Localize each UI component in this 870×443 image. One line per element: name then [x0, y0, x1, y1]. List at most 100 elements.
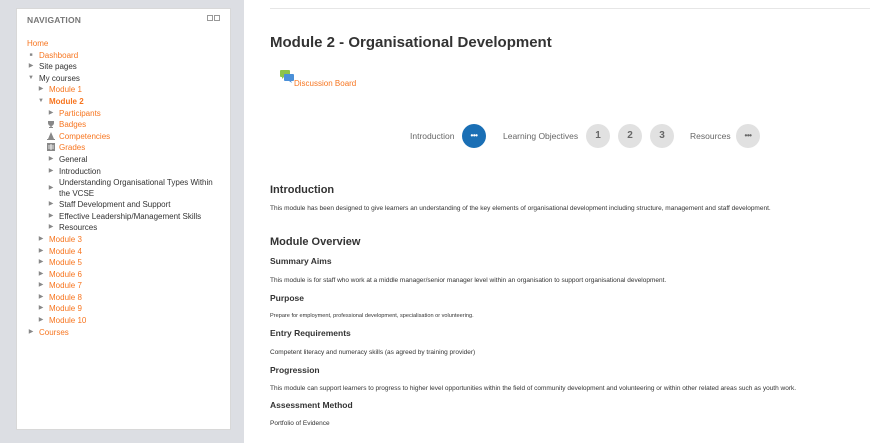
nav-item-module-3[interactable]: ▶ Module 3 — [27, 234, 227, 246]
nav-item-label[interactable]: Module 5 — [49, 257, 82, 269]
nav-item-label[interactable]: Home — [27, 38, 48, 50]
navigation-tree: Home ■ Dashboard ▶ Site pages ▼ My cours… — [27, 38, 227, 338]
page-title: Module 2 - Organisational Development — [270, 34, 552, 51]
chevron-right-icon[interactable]: ▶ — [27, 327, 35, 339]
chevron-right-icon[interactable]: ▶ — [37, 315, 45, 327]
progress-step-1[interactable]: 1 — [586, 124, 610, 148]
block-controls — [207, 15, 220, 21]
nav-item-label[interactable]: Grades — [59, 142, 85, 154]
nav-item-label[interactable]: Module 7 — [49, 280, 82, 292]
chevron-right-icon[interactable]: ▶ — [37, 269, 45, 281]
discussion-board-label[interactable]: Discussion Board — [294, 79, 356, 88]
purpose-text: Prepare for employment, professional dev… — [270, 313, 474, 319]
grades-table-icon — [47, 143, 55, 152]
nav-item-leadership-skills[interactable]: ▶ Effective Leadership/Management Skills — [27, 211, 227, 223]
nav-item-label[interactable]: Courses — [39, 327, 69, 339]
chevron-right-icon[interactable]: ▶ — [37, 246, 45, 258]
nav-item-label[interactable]: Module 2 — [49, 96, 84, 108]
chevron-right-icon[interactable]: ▶ — [37, 280, 45, 292]
nav-item-label[interactable]: Dashboard — [39, 50, 78, 62]
nav-item-dashboard[interactable]: ■ Dashboard — [27, 50, 227, 62]
nav-item-label[interactable]: General — [59, 154, 87, 166]
progress-step-3[interactable]: 3 — [650, 124, 674, 148]
nav-item-label[interactable]: Module 3 — [49, 234, 82, 246]
nav-item-competencies[interactable]: Competencies — [27, 131, 227, 143]
nav-item-label[interactable]: Badges — [59, 119, 86, 131]
nav-item-label[interactable]: Participants — [59, 108, 101, 120]
chevron-right-icon[interactable]: ▶ — [47, 108, 55, 120]
nav-item-badges[interactable]: Badges — [27, 119, 227, 131]
nav-item-label[interactable]: Module 10 — [49, 315, 86, 327]
nav-item-label[interactable]: Module 8 — [49, 292, 82, 304]
chevron-right-icon[interactable]: ▶ — [37, 84, 45, 96]
nav-item-staff-development[interactable]: ▶ Staff Development and Support — [27, 199, 227, 211]
nav-item-module-10[interactable]: ▶ Module 10 — [27, 315, 227, 327]
bullet-icon: ■ — [29, 51, 33, 58]
chevron-right-icon[interactable]: ▶ — [37, 303, 45, 315]
nav-item-label[interactable]: Resources — [59, 222, 97, 234]
dock-icon[interactable] — [207, 15, 213, 21]
left-column: NAVIGATION Home ■ Dashboard ▶ Site pages… — [0, 0, 244, 443]
competencies-icon — [47, 131, 55, 140]
nav-item-module-4[interactable]: ▶ Module 4 — [27, 246, 227, 258]
progress-resources-step[interactable]: ••• — [736, 124, 760, 148]
chevron-right-icon[interactable]: ▶ — [37, 292, 45, 304]
nav-item-label[interactable]: Introduction — [59, 166, 101, 178]
chevron-down-icon[interactable]: ▼ — [27, 73, 35, 85]
nav-item-resources[interactable]: ▶ Resources — [27, 222, 227, 234]
chevron-right-icon[interactable]: ▶ — [47, 222, 55, 234]
nav-item-module-9[interactable]: ▶ Module 9 — [27, 303, 227, 315]
nav-item-site-pages[interactable]: ▶ Site pages — [27, 61, 227, 73]
progress-step-2[interactable]: 2 — [618, 124, 642, 148]
nav-item-label[interactable]: Module 9 — [49, 303, 82, 315]
nav-item-label[interactable]: Module 4 — [49, 246, 82, 258]
progress-objectives-label[interactable]: Learning Objectives — [503, 131, 578, 141]
chevron-right-icon[interactable]: ▶ — [37, 234, 45, 246]
chevron-right-icon[interactable]: ▶ — [37, 257, 45, 269]
progression-heading: Progression — [270, 365, 320, 375]
entry-requirements-heading: Entry Requirements — [270, 328, 351, 338]
nav-item-module-6[interactable]: ▶ Module 6 — [27, 269, 227, 281]
nav-item-introduction[interactable]: ▶ Introduction — [27, 166, 227, 178]
chevron-right-icon[interactable]: ▶ — [47, 211, 55, 223]
nav-item-my-courses[interactable]: ▼ My courses — [27, 73, 227, 85]
nav-item-module-5[interactable]: ▶ Module 5 — [27, 257, 227, 269]
collapse-icon[interactable] — [214, 15, 220, 21]
chevron-down-icon[interactable]: ▼ — [37, 96, 45, 108]
chevron-right-icon[interactable]: ▶ — [47, 166, 55, 178]
nav-item-grades[interactable]: Grades — [27, 142, 227, 154]
chevron-right-icon[interactable]: ▶ — [27, 61, 35, 73]
navigation-block: NAVIGATION Home ■ Dashboard ▶ Site pages… — [16, 8, 231, 430]
progress-resources-label[interactable]: Resources — [690, 131, 731, 141]
nav-item-courses[interactable]: ▶ Courses — [27, 327, 227, 339]
nav-item-label[interactable]: My courses — [39, 73, 80, 85]
nav-item-general[interactable]: ▶ General — [27, 154, 227, 166]
assessment-method-text: Portfolio of Evidence — [270, 420, 330, 427]
nav-item-label[interactable]: Module 6 — [49, 269, 82, 281]
main-content: Module 2 - Organisational Development Di… — [244, 0, 870, 443]
summary-aims-text: This module is for staff who work at a m… — [270, 277, 667, 284]
nav-item-module-7[interactable]: ▶ Module 7 — [27, 280, 227, 292]
nav-item-home[interactable]: Home — [27, 38, 227, 50]
nav-item-module-2[interactable]: ▼ Module 2 — [27, 96, 227, 108]
nav-item-label[interactable]: Effective Leadership/Management Skills — [59, 211, 201, 223]
nav-item-understanding-organisational-types[interactable]: ▶ Understanding Organisational Types Wit… — [27, 177, 227, 199]
introduction-heading: Introduction — [270, 184, 335, 196]
nav-item-module-8[interactable]: ▶ Module 8 — [27, 292, 227, 304]
nav-item-participants[interactable]: ▶ Participants — [27, 108, 227, 120]
trophy-icon — [48, 121, 54, 129]
progress-introduction-label[interactable]: Introduction — [410, 131, 454, 141]
nav-item-label[interactable]: Staff Development and Support — [59, 199, 170, 211]
nav-item-label[interactable]: Competencies — [59, 131, 110, 143]
purpose-heading: Purpose — [270, 293, 305, 303]
chevron-right-icon[interactable]: ▶ — [47, 183, 55, 195]
nav-item-module-1[interactable]: ▶ Module 1 — [27, 84, 227, 96]
chevron-right-icon[interactable]: ▶ — [47, 199, 55, 211]
summary-aims-heading: Summary Aims — [270, 256, 332, 266]
progress-introduction-step[interactable]: ••• — [462, 124, 486, 148]
nav-item-label[interactable]: Module 1 — [49, 84, 82, 96]
navigation-header: NAVIGATION — [27, 15, 220, 27]
nav-item-label[interactable]: Site pages — [39, 61, 77, 73]
chevron-right-icon[interactable]: ▶ — [47, 154, 55, 166]
nav-item-label[interactable]: Understanding Organisational Types Withi… — [59, 177, 219, 199]
